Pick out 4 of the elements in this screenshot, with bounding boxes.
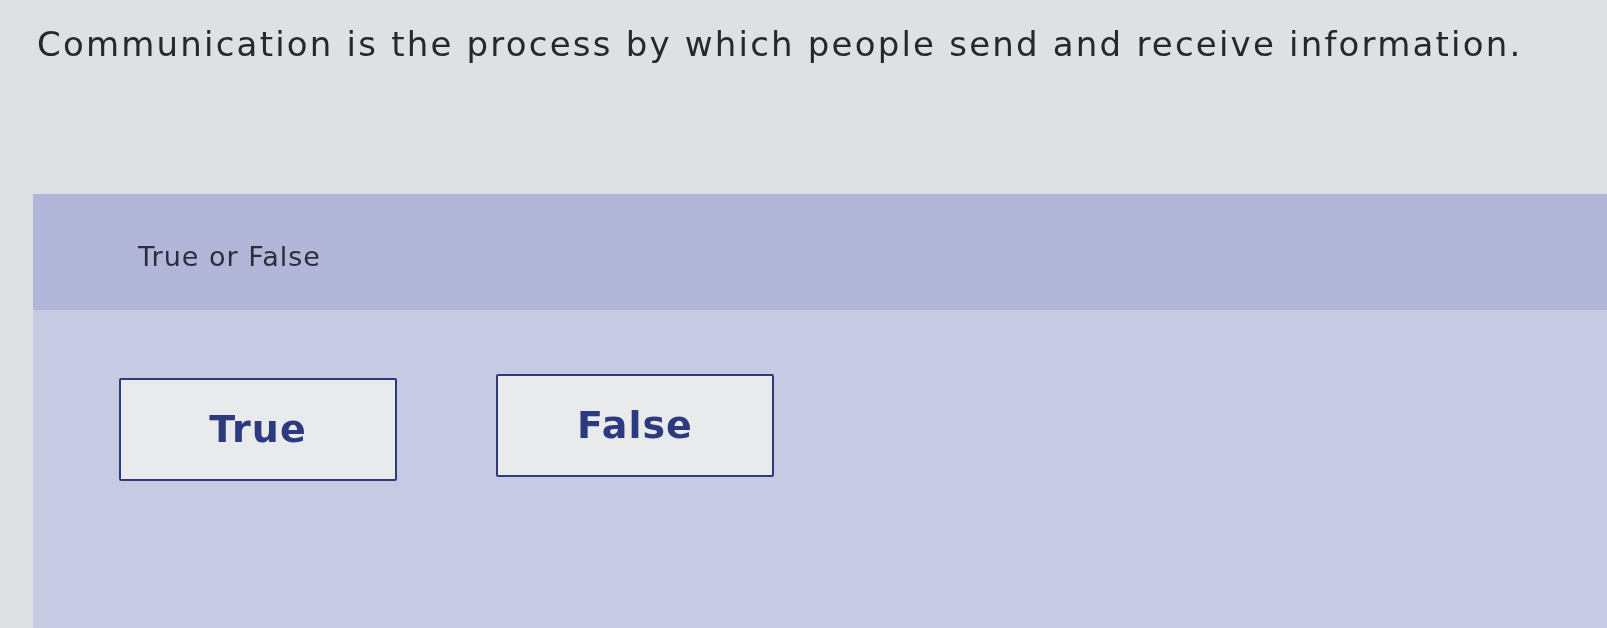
question-text: Communication is the process by which people send and receive information. <box>37 23 1523 66</box>
answer-option-button[interactable]: True <box>119 378 397 481</box>
panel-heading: True or False <box>138 239 321 274</box>
answer-option-button[interactable]: False <box>496 374 774 477</box>
